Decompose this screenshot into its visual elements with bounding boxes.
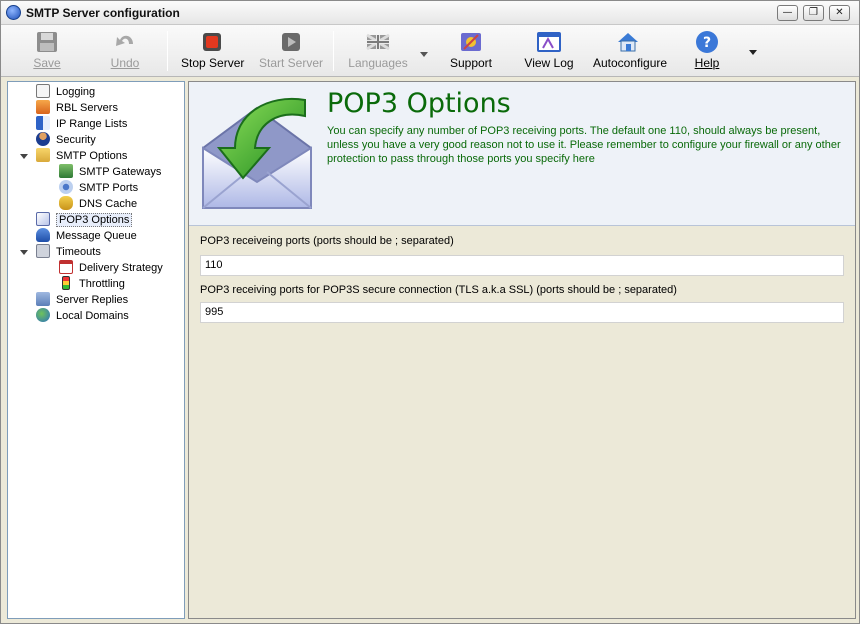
title-bar: SMTP Server configuration — ❐ ✕ xyxy=(1,1,859,25)
tree-item-dns-cache[interactable]: DNS Cache xyxy=(59,196,137,212)
close-button[interactable]: ✕ xyxy=(829,5,850,21)
dns-cache-icon xyxy=(59,196,73,210)
calendar-icon xyxy=(59,260,73,274)
tree-item-local-domains[interactable]: Local Domains xyxy=(36,308,129,324)
pop3s-ports-label: POP3 receiving ports for POP3S secure co… xyxy=(200,284,677,296)
tree-item-label: SMTP Gateways xyxy=(79,166,162,178)
tree-item-throttling[interactable]: Throttling xyxy=(59,276,125,292)
toolbar-separator xyxy=(333,31,334,71)
network-ports-icon xyxy=(59,180,73,194)
tree-item-security[interactable]: Security xyxy=(36,132,96,148)
gateway-icon xyxy=(59,164,73,178)
languages-label: Languages xyxy=(348,56,408,70)
house-icon xyxy=(616,30,640,54)
stop-server-label: Stop Server xyxy=(181,56,245,70)
tree-item-smtp-ports[interactable]: SMTP Ports xyxy=(59,180,138,196)
page-title: POP3 Options xyxy=(327,88,511,119)
options-header: POP3 Options You can specify any number … xyxy=(189,82,855,226)
start-server-label: Start Server xyxy=(259,56,324,70)
tree-item-timeouts[interactable]: Timeouts xyxy=(36,244,101,260)
tree-item-label: Logging xyxy=(56,86,96,98)
toolbar-overflow-icon[interactable] xyxy=(749,50,757,55)
tree-item-label: DNS Cache xyxy=(79,198,138,210)
app-icon xyxy=(6,5,21,20)
start-server-button[interactable]: Start Server xyxy=(259,27,323,75)
tree-item-label: Message Queue xyxy=(56,230,137,242)
lock-folder-icon xyxy=(36,148,50,162)
tree-item-smtp-options[interactable]: SMTP Options xyxy=(36,148,127,164)
view-log-label: View Log xyxy=(524,56,574,70)
local-domains-icon xyxy=(36,308,50,322)
server-replies-icon xyxy=(36,292,50,306)
undo-label: Undo xyxy=(110,56,140,70)
tree-item-label: SMTP Ports xyxy=(79,182,139,194)
undo-button[interactable]: Undo xyxy=(105,27,145,75)
pop3-ports-label: POP3 receiveing ports (ports should be ;… xyxy=(200,235,454,247)
start-server-icon xyxy=(279,30,303,54)
view-log-button[interactable]: View Log xyxy=(523,27,575,75)
tree-item-ip-range-lists[interactable]: IP Range Lists xyxy=(36,116,127,132)
content-panel: POP3 Options You can specify any number … xyxy=(188,81,856,619)
envelope-arrow-icon xyxy=(202,97,312,209)
support-label: Support xyxy=(449,56,493,70)
settings-tree[interactable]: Logging RBL Servers IP Range Lists Secur… xyxy=(7,81,185,619)
stop-server-icon xyxy=(200,30,224,54)
tree-item-label: RBL Servers xyxy=(56,102,118,114)
log-icon xyxy=(36,84,50,98)
minimize-button[interactable]: — xyxy=(777,5,798,21)
save-label: Save xyxy=(33,56,61,70)
expand-smtp-options-icon[interactable] xyxy=(20,154,28,159)
security-user-icon xyxy=(36,132,50,146)
timeout-icon xyxy=(36,244,50,258)
tree-item-label: SMTP Options xyxy=(56,150,128,162)
tree-item-label: POP3 Options xyxy=(56,213,133,227)
envelope-icon xyxy=(36,212,50,226)
languages-button[interactable]: Languages xyxy=(347,27,409,75)
help-label: Help xyxy=(694,56,720,70)
floppy-disk-icon xyxy=(35,30,59,54)
tree-item-message-queue[interactable]: Message Queue xyxy=(36,228,137,244)
tree-item-server-replies[interactable]: Server Replies xyxy=(36,292,128,308)
support-button[interactable]: Support xyxy=(449,27,493,75)
tree-item-label: Security xyxy=(56,134,96,146)
tree-item-smtp-gateways[interactable]: SMTP Gateways xyxy=(59,164,161,180)
app-window: SMTP Server configuration — ❐ ✕ Save Und… xyxy=(0,0,860,624)
ip-range-icon xyxy=(36,116,50,130)
window-title: SMTP Server configuration xyxy=(26,6,180,20)
toolbar-separator xyxy=(167,31,168,71)
tree-item-label: Local Domains xyxy=(56,310,129,322)
undo-arrow-icon xyxy=(113,30,137,54)
tree-item-rbl-servers[interactable]: RBL Servers xyxy=(36,100,118,116)
help-button[interactable]: ? Help xyxy=(691,27,723,75)
tree-item-pop3-options[interactable]: POP3 Options xyxy=(36,212,133,228)
stop-server-button[interactable]: Stop Server xyxy=(181,27,245,75)
tree-item-label: Timeouts xyxy=(56,246,101,258)
tree-item-label: Delivery Strategy xyxy=(79,262,163,274)
tree-item-label: IP Range Lists xyxy=(56,118,128,130)
autoconfigure-label: Autoconfigure xyxy=(593,56,668,70)
expand-timeouts-icon[interactable] xyxy=(20,250,28,255)
tree-item-label: Server Replies xyxy=(56,294,129,306)
support-icon xyxy=(459,30,483,54)
save-button[interactable]: Save xyxy=(29,27,65,75)
log-window-icon xyxy=(537,30,561,54)
languages-dropdown-icon[interactable] xyxy=(420,52,428,57)
flag-icon xyxy=(366,30,390,54)
svg-text:?: ? xyxy=(703,35,711,51)
page-description: You can specify any number of POP3 recei… xyxy=(327,125,841,165)
restore-button[interactable]: ❐ xyxy=(803,5,824,21)
tree-item-logging[interactable]: Logging xyxy=(36,84,95,100)
help-icon: ? xyxy=(695,30,719,54)
pop3-ports-input[interactable]: 110 xyxy=(200,255,844,276)
queue-icon xyxy=(36,228,50,242)
pop3s-ports-input[interactable]: 995 xyxy=(200,302,844,323)
rbl-icon xyxy=(36,100,50,114)
tree-item-delivery-strategy[interactable]: Delivery Strategy xyxy=(59,260,163,276)
traffic-light-icon xyxy=(62,276,70,290)
autoconfigure-button[interactable]: Autoconfigure xyxy=(593,27,668,75)
tree-item-label: Throttling xyxy=(79,278,125,290)
toolbar: Save Undo Stop Server Start Server Langu… xyxy=(1,25,859,77)
